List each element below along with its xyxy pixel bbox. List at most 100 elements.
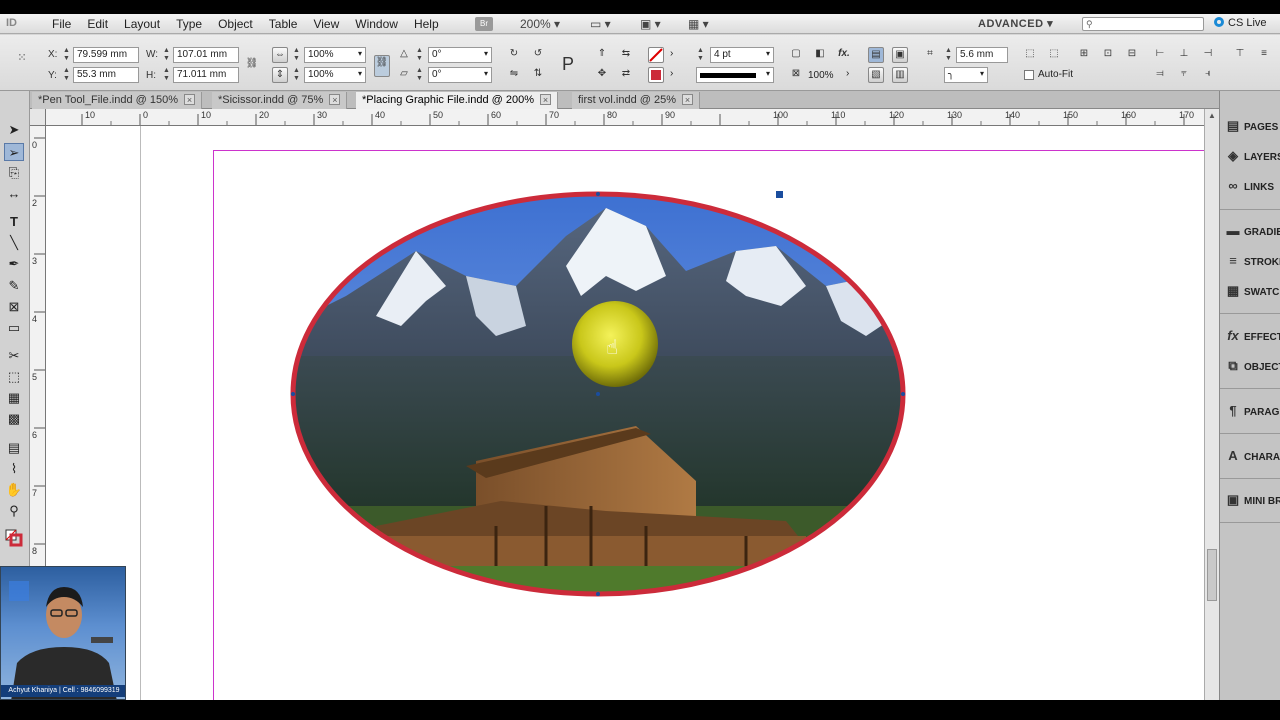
pencil-tool-icon[interactable]: ✎ — [4, 277, 24, 295]
scale-y-field[interactable]: 100% ▾ — [304, 67, 366, 83]
select-previous-icon[interactable]: ⇆ — [618, 47, 634, 63]
document-canvas[interactable]: ☝ — [46, 126, 1204, 700]
opacity-value[interactable]: 100% — [808, 70, 834, 81]
zoom-tool-icon[interactable]: ⚲ — [4, 502, 24, 520]
h-field[interactable]: 71.011 mm — [173, 67, 239, 83]
placed-graphic-frame[interactable]: ☝ — [46, 126, 1204, 700]
auto-fit-checkbox[interactable] — [1024, 70, 1034, 80]
line-tool-icon[interactable]: ╲ — [4, 234, 24, 252]
text-wrap-bbox-icon[interactable]: ▣ — [892, 47, 908, 63]
direct-selection-tool-icon[interactable]: ➢ — [4, 143, 24, 161]
h-stepper[interactable]: ▲ ▼ — [162, 67, 171, 83]
scroll-up-icon[interactable]: ▲ — [1208, 111, 1216, 120]
w-stepper[interactable]: ▲ ▼ — [162, 47, 171, 63]
distribute-left-icon[interactable]: ⫤ — [1152, 67, 1168, 83]
panel-layers[interactable]: ◈ LAYERS — [1222, 148, 1280, 170]
select-content-icon[interactable]: ✥ — [594, 67, 610, 83]
stroke-weight-field[interactable]: 4 pt ▾ — [710, 47, 774, 63]
y-field[interactable]: 55.3 mm — [73, 67, 139, 83]
x-field[interactable]: 79.599 mm — [73, 47, 139, 63]
panel-gradient[interactable]: ▬ GRADIENT — [1222, 223, 1280, 245]
stroke-type-dropdown[interactable]: ▾ — [696, 67, 774, 83]
offset-stepper[interactable]: ▲ ▼ — [944, 47, 953, 63]
help-search-input[interactable]: ⚲ — [1082, 17, 1204, 31]
constrain-proportions-icon[interactable]: ⛓ — [244, 57, 260, 73]
shear-stepper[interactable]: ▲ ▼ — [415, 67, 424, 83]
close-icon[interactable]: × — [329, 94, 341, 105]
panel-effects[interactable]: fx EFFECTS — [1222, 328, 1280, 350]
select-container-icon[interactable]: ⇑ — [594, 47, 610, 63]
text-wrap-shape-icon[interactable]: ▧ — [868, 67, 884, 83]
flip-vertical-icon[interactable]: ⇅ — [530, 67, 546, 83]
corner-options-icon[interactable]: ⌗ — [922, 47, 938, 63]
opacity-arrow-icon[interactable]: › — [846, 68, 849, 79]
rotate-stepper[interactable]: ▲ ▼ — [415, 47, 424, 63]
view-options-icon[interactable]: ▭ ▾ — [590, 17, 611, 31]
distribute-right-icon[interactable]: ⫣ — [1200, 67, 1216, 83]
scale-x-field[interactable]: 100% ▾ — [304, 47, 366, 63]
reference-point-icon[interactable]: ⁙ — [14, 51, 30, 67]
shadow-icon[interactable]: ◧ — [812, 47, 828, 63]
menu-table[interactable]: Table — [261, 17, 306, 31]
rectangle-tool-icon[interactable]: ▭ — [4, 319, 24, 337]
menu-window[interactable]: Window — [347, 17, 406, 31]
align-left-icon[interactable]: ⊢ — [1152, 47, 1168, 63]
pen-tool-icon[interactable]: ✒ — [4, 255, 24, 273]
distribute-center-icon[interactable]: ⫧ — [1176, 67, 1192, 83]
anchor-point-top[interactable] — [596, 192, 600, 196]
close-icon[interactable]: × — [184, 94, 195, 105]
rotate-ccw-icon[interactable]: ↺ — [530, 47, 546, 63]
align-right-icon[interactable]: ⊣ — [1200, 47, 1216, 63]
corner-shape-dropdown[interactable]: ╮ ▾ — [944, 67, 988, 83]
menu-view[interactable]: View — [305, 17, 347, 31]
anchor-point-bottom[interactable] — [596, 592, 600, 596]
scrollbar-thumb[interactable] — [1207, 549, 1217, 601]
hand-tool-icon[interactable]: ✋ — [4, 481, 24, 499]
x-stepper[interactable]: ▲ ▼ — [62, 47, 71, 63]
menu-help[interactable]: Help — [406, 17, 447, 31]
workspace-switcher[interactable]: ADVANCED ▾ — [978, 17, 1053, 30]
tab-pen-tool-file[interactable]: *Pen Tool_File.indd @ 150% × — [32, 92, 202, 109]
panel-paragraph[interactable]: ¶ PARAGRAPH — [1222, 403, 1280, 425]
fill-frame-icon[interactable]: ⊡ — [1100, 47, 1116, 63]
menu-edit[interactable]: Edit — [79, 17, 116, 31]
menu-object[interactable]: Object — [210, 17, 261, 31]
tab-first-vol[interactable]: first vol.indd @ 25% × — [572, 92, 700, 109]
selection-handle[interactable] — [776, 191, 783, 198]
center-content-icon[interactable]: ⊞ — [1076, 47, 1092, 63]
flip-horizontal-icon[interactable]: ⇋ — [506, 67, 522, 83]
horizontal-ruler[interactable]: 10 0 10 20 30 40 50 60 70 80 90 100 110 … — [46, 109, 1204, 126]
text-wrap-jump-icon[interactable]: ▥ — [892, 67, 908, 83]
ruler-origin[interactable] — [30, 109, 46, 126]
screen-mode-icon[interactable]: ▣ ▾ — [640, 17, 661, 31]
stroke-swatch-icon[interactable] — [648, 67, 664, 83]
close-icon[interactable]: × — [682, 94, 693, 105]
panel-pages[interactable]: ▤ PAGES — [1222, 118, 1280, 140]
center-point[interactable] — [596, 392, 600, 396]
align-center-icon[interactable]: ⊥ — [1176, 47, 1192, 63]
y-stepper[interactable]: ▲ ▼ — [62, 67, 71, 83]
type-tool-icon[interactable]: T — [4, 213, 24, 231]
offset-field[interactable]: 5.6 mm — [956, 47, 1008, 63]
panel-swatches[interactable]: ▦ SWATCHES — [1222, 283, 1280, 305]
fit-content-frame-icon[interactable]: ⬚ — [1022, 47, 1038, 63]
eyedropper-tool-icon[interactable]: ⌇ — [4, 460, 24, 478]
close-icon[interactable]: × — [539, 94, 551, 105]
selection-tool-icon[interactable]: ➤ — [4, 121, 24, 139]
panel-mini-bridge[interactable]: ▣ MINI BRIDGE — [1222, 492, 1280, 514]
menu-file[interactable]: File — [44, 17, 79, 31]
zoom-dropdown[interactable]: 200% ▾ — [520, 17, 560, 31]
constrain-scale-icon[interactable]: ⛓ — [374, 55, 390, 77]
note-tool-icon[interactable]: ▤ — [4, 439, 24, 457]
fit-proportional-icon[interactable]: ⊟ — [1124, 47, 1140, 63]
fill-stroke-swatch-icon[interactable] — [4, 529, 24, 547]
gradient-feather-tool-icon[interactable]: ▩ — [4, 410, 24, 428]
scale-x-stepper[interactable]: ▲ ▼ — [292, 47, 301, 63]
anchor-point-right[interactable] — [901, 392, 905, 396]
panel-character[interactable]: A CHARACTER — [1222, 448, 1280, 470]
align-top-icon[interactable]: ⊤ — [1232, 47, 1248, 63]
panel-menu-icon[interactable]: ≡ — [1256, 47, 1272, 63]
panel-stroke[interactable]: ≡ STROKE — [1222, 253, 1280, 275]
fx-icon[interactable]: fx. — [836, 47, 852, 63]
w-field[interactable]: 107.01 mm — [173, 47, 239, 63]
